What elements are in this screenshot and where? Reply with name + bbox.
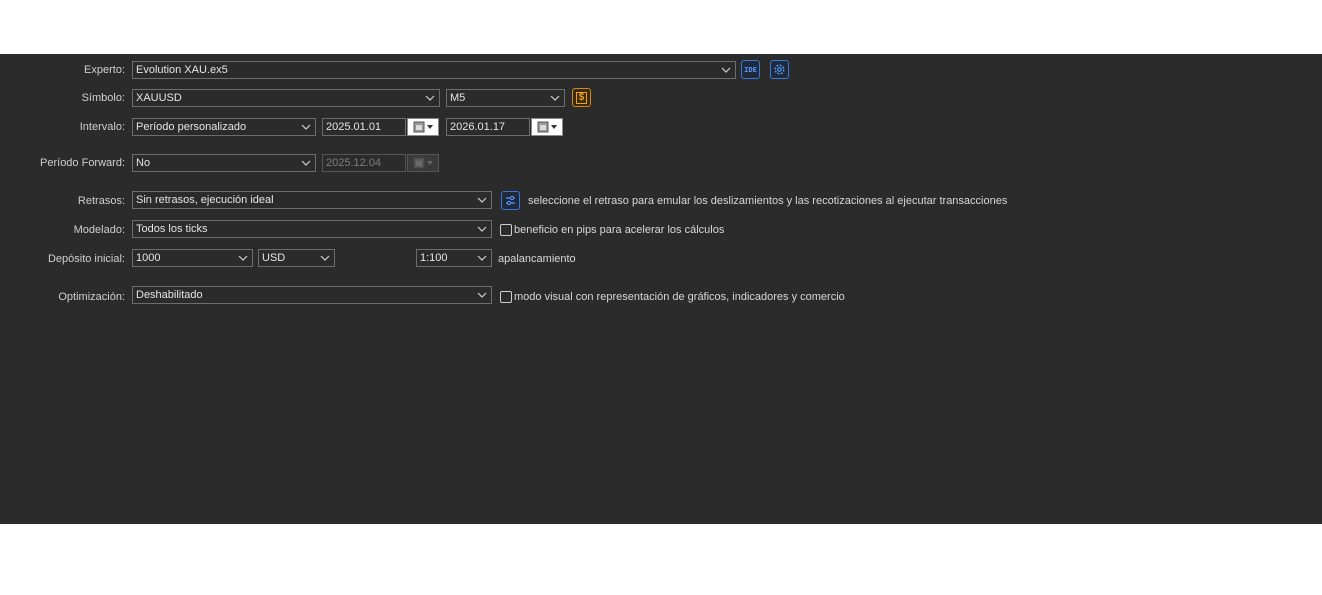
currency-value: USD [262,252,286,264]
delays-value: Sin retrasos, ejecución ideal [136,194,274,206]
optimization-value: Deshabilitado [136,289,203,301]
forward-value: No [136,157,151,169]
expert-label: Experto: [84,64,125,76]
timeframe-value: M5 [450,92,466,104]
date-from-value: 2025.01.01 [326,121,382,133]
delays-select[interactable]: Sin retrasos, ejecución ideal [132,191,492,209]
settings-button[interactable] [770,60,789,79]
date-to-calendar-button[interactable] [531,118,563,136]
chevron-down-icon [300,155,312,171]
leverage-select[interactable]: 1:100 [416,249,492,267]
calendar-icon [413,121,433,133]
symbol-label: Símbolo: [81,92,125,104]
calendar-icon [537,121,557,133]
ide-icon: IDE [744,65,757,74]
gear-icon [774,64,785,75]
chevron-down-icon [476,221,488,237]
forward-label: Período Forward: [40,157,125,169]
chevron-down-icon [549,90,561,106]
expert-select[interactable]: Evolution XAU.ex5 [132,61,736,79]
visual-mode-label: modo visual con representación de gráfic… [514,291,845,303]
chevron-down-icon [237,250,249,266]
modeling-select[interactable]: Todos los ticks [132,220,492,238]
delays-settings-button[interactable] [501,191,520,210]
deposit-value: 1000 [136,252,161,264]
interval-value: Período personalizado [136,121,247,133]
calendar-icon [413,157,433,169]
ide-button[interactable]: IDE [741,60,760,79]
chevron-down-icon [476,250,488,266]
interval-label: Intervalo: [79,121,125,133]
date-to-field[interactable]: 2026.01.17 [446,118,530,136]
date-to-value: 2026.01.17 [450,121,506,133]
deposit-input[interactable]: 1000 [132,249,253,267]
pips-profit-label: beneficio en pips para acelerar los cálc… [514,224,725,236]
currency-select[interactable]: USD [258,249,335,267]
optimization-label: Optimización: [58,291,125,303]
timeframe-select[interactable]: M5 [446,89,565,107]
chevron-down-icon [300,119,312,135]
delays-hint: seleccione el retraso para emular los de… [528,195,1008,207]
modeling-value: Todos los ticks [136,223,208,235]
forward-calendar-button [407,154,439,172]
date-from-field[interactable]: 2025.01.01 [322,118,406,136]
chevron-down-icon [424,90,436,106]
delays-label: Retrasos: [77,195,125,207]
interval-select[interactable]: Período personalizado [132,118,316,136]
forward-date-field: 2025.12.04 [322,154,406,172]
chevron-down-icon [319,250,331,266]
dollar-icon: $ [575,91,588,104]
date-from-calendar-button[interactable] [407,118,439,136]
chevron-down-icon [476,192,488,208]
symbol-value: XAUUSD [136,92,182,104]
leverage-value: 1:100 [420,252,448,264]
forward-date-value: 2025.12.04 [326,157,382,169]
modeling-label: Modelado: [73,224,125,236]
forward-select[interactable]: No [132,154,316,172]
chevron-down-icon [476,287,488,303]
symbol-select[interactable]: XAUUSD [132,89,440,107]
leverage-label: apalancamiento [498,253,576,265]
sliders-icon [506,195,515,206]
optimization-select[interactable]: Deshabilitado [132,286,492,304]
symbol-properties-button[interactable]: $ [572,88,591,107]
tester-settings-panel: Experto: Evolution XAU.ex5 IDE Símbolo: … [0,54,1322,524]
expert-value: Evolution XAU.ex5 [136,64,228,76]
pips-profit-checkbox[interactable] [500,224,512,236]
deposit-label: Depósito inicial: [47,253,125,265]
chevron-down-icon [720,62,732,78]
visual-mode-checkbox[interactable] [500,291,512,303]
